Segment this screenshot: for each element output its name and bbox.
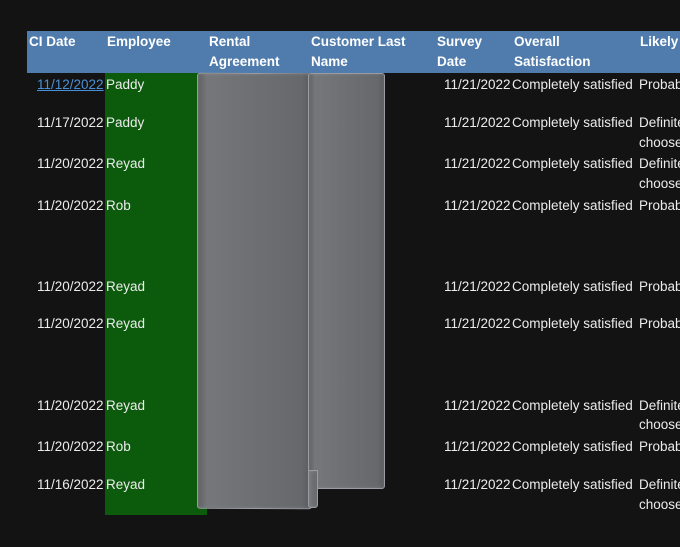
header-label: Rental: [209, 34, 251, 49]
likely-cell[interactable]: Probab: [639, 277, 680, 297]
likely-cell[interactable]: Probab: [639, 75, 680, 95]
ci-date-cell[interactable]: 11/16/2022: [37, 475, 104, 495]
satisfaction-cell[interactable]: Completely satisfied: [512, 475, 633, 495]
survey-date-cell[interactable]: 11/21/2022: [444, 113, 511, 133]
likely-cell-line2: choose: [639, 135, 680, 150]
employee-cell[interactable]: Reyad: [106, 277, 145, 297]
satisfaction-cell[interactable]: Completely satisfied: [512, 277, 633, 297]
ci-date-cell[interactable]: 11/20/2022: [37, 437, 104, 457]
ci-date-cell[interactable]: 11/20/2022: [37, 314, 104, 334]
satisfaction-cell[interactable]: Completely satisfied: [512, 75, 633, 95]
survey-date-cell[interactable]: 11/21/2022: [444, 475, 511, 495]
ci-date-cell[interactable]: 11/20/2022: [37, 154, 104, 174]
ci-date-link[interactable]: 11/12/2022: [37, 75, 104, 95]
employee-cell[interactable]: Paddy: [106, 113, 144, 133]
likely-cell[interactable]: Definite: [639, 113, 680, 133]
employee-cell[interactable]: Rob: [106, 437, 131, 457]
header-label: Employee: [107, 34, 171, 49]
survey-date-cell[interactable]: 11/21/2022: [444, 396, 511, 416]
satisfaction-cell[interactable]: Completely satisfied: [512, 196, 633, 216]
header-label: CI Date: [29, 34, 76, 49]
redaction-block-rental-agreement: [197, 72, 312, 510]
employee-cell[interactable]: Reyad: [106, 475, 145, 495]
header-label: Survey: [437, 34, 483, 49]
header-survey-date[interactable]: Survey Date: [435, 31, 512, 73]
survey-date-cell[interactable]: 11/21/2022: [444, 196, 511, 216]
header-likely[interactable]: Likely: [638, 31, 680, 73]
likely-cell[interactable]: Probab: [639, 437, 680, 457]
header-label: Customer Last: [311, 34, 406, 49]
likely-cell[interactable]: Probab: [639, 196, 680, 216]
survey-date-cell[interactable]: 11/21/2022: [444, 314, 511, 334]
redaction-block-customer-last-name-lower: [308, 470, 318, 508]
employee-cell[interactable]: Reyad: [106, 314, 145, 334]
ci-date-cell[interactable]: 11/20/2022: [37, 396, 104, 416]
spreadsheet: CI Date Employee Rental Agreement Custom…: [0, 0, 680, 547]
ci-date-cell[interactable]: 11/17/2022: [37, 113, 104, 133]
satisfaction-cell[interactable]: Completely satisfied: [512, 396, 633, 416]
header-employee[interactable]: Employee: [105, 31, 207, 73]
employee-cell[interactable]: Reyad: [106, 396, 145, 416]
likely-cell[interactable]: Definite: [639, 475, 680, 495]
header-label: Agreement: [209, 54, 280, 69]
header-customer-last-name[interactable]: Customer Last Name: [309, 31, 435, 73]
satisfaction-cell[interactable]: Completely satisfied: [512, 437, 633, 457]
satisfaction-cell[interactable]: Completely satisfied: [512, 113, 633, 133]
header-label: Satisfaction: [514, 54, 591, 69]
likely-cell-line2: choose: [639, 497, 680, 512]
survey-date-cell[interactable]: 11/21/2022: [444, 154, 511, 174]
likely-cell[interactable]: Probab: [639, 314, 680, 334]
employee-cell[interactable]: Reyad: [106, 154, 145, 174]
survey-date-cell[interactable]: 11/21/2022: [444, 437, 511, 457]
survey-date-cell[interactable]: 11/21/2022: [444, 277, 511, 297]
ci-date-cell[interactable]: 11/20/2022: [37, 277, 104, 297]
header-rental-agreement[interactable]: Rental Agreement: [207, 31, 309, 73]
redaction-block-customer-last-name: [308, 73, 385, 489]
satisfaction-cell[interactable]: Completely satisfied: [512, 154, 633, 174]
likely-cell-line2: choose: [639, 176, 680, 191]
header-overall-satisfaction[interactable]: Overall Satisfaction: [512, 31, 638, 73]
header-ci-date[interactable]: CI Date: [27, 31, 105, 73]
likely-cell[interactable]: Definite: [639, 396, 680, 416]
header-label: Date: [437, 54, 467, 69]
survey-date-cell[interactable]: 11/21/2022: [444, 75, 511, 95]
header-label: Overall: [514, 34, 560, 49]
likely-cell-line2: choose: [639, 417, 680, 432]
header-label: Likely: [640, 34, 679, 49]
header-label: Name: [311, 54, 348, 69]
satisfaction-cell[interactable]: Completely satisfied: [512, 314, 633, 334]
likely-cell[interactable]: Definite: [639, 154, 680, 174]
employee-cell[interactable]: Rob: [106, 196, 131, 216]
employee-cell[interactable]: Paddy: [106, 75, 144, 95]
ci-date-cell[interactable]: 11/20/2022: [37, 196, 104, 216]
